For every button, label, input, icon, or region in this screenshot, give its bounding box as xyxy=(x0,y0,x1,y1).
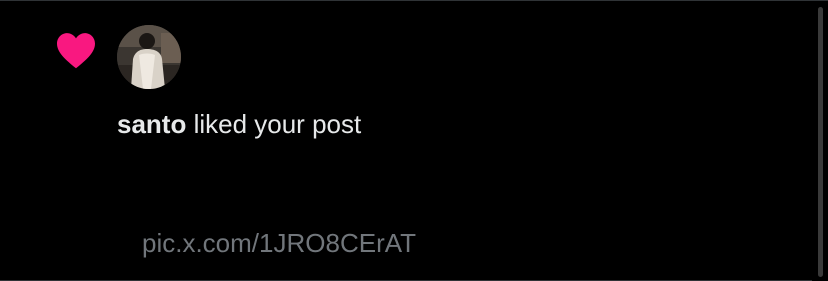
notification-username[interactable]: santo xyxy=(117,109,186,139)
scrollbar-thumb[interactable] xyxy=(818,7,823,277)
like-notification[interactable]: santo liked your post pic.x.com/1JRO8CEr… xyxy=(0,1,812,281)
notification-action: liked your post xyxy=(186,109,362,139)
scrollbar[interactable] xyxy=(812,1,828,281)
notification-text: santo liked your post xyxy=(117,108,361,140)
heart-icon xyxy=(55,31,97,69)
notifications-panel: santo liked your post pic.x.com/1JRO8CEr… xyxy=(0,0,828,281)
user-avatar[interactable] xyxy=(117,25,181,89)
post-link[interactable]: pic.x.com/1JRO8CErAT xyxy=(142,227,416,259)
